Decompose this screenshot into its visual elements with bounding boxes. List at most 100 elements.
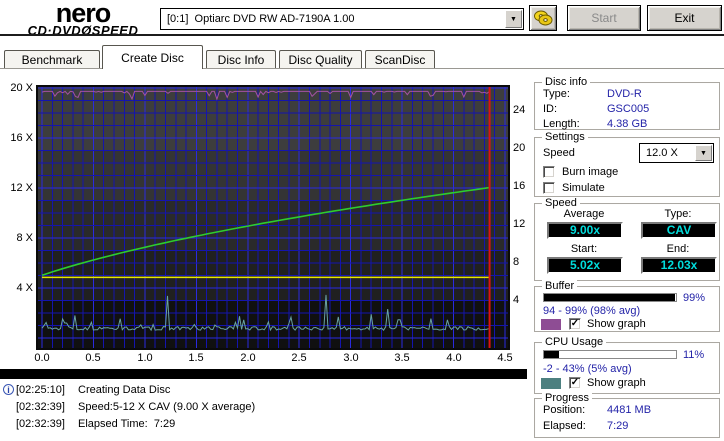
- cpu-percent: 11%: [683, 349, 705, 361]
- speed-select-arrow[interactable]: ▼: [695, 145, 712, 161]
- log-message: Creating Data Disc: [78, 384, 171, 396]
- discs-icon: [534, 10, 553, 26]
- buffer-show-graph-label: Show graph: [587, 318, 646, 330]
- disc-type-value: DVD-R: [607, 88, 642, 100]
- tab-label: Create Disc: [121, 50, 184, 65]
- exit-button[interactable]: Exit: [647, 5, 722, 31]
- cpu-range: -2 - 43% (5% avg): [543, 363, 632, 375]
- log-row: [02:32:39] Speed:5-12 X CAV (9.00 X aver…: [0, 401, 530, 414]
- panel-title: Settings: [542, 131, 588, 143]
- panel-title: Buffer: [542, 280, 578, 292]
- end-speed-display: 12.03x: [641, 257, 717, 274]
- log-timestamp: [02:25:10]: [16, 384, 65, 396]
- speed-select[interactable]: 12.0 X ▼: [639, 143, 714, 163]
- drive-select[interactable]: [0:1] Optiarc DVD RW AD-7190A 1.00 ▼: [160, 8, 524, 30]
- tab-create-disc[interactable]: Create Disc: [102, 45, 203, 69]
- y-axis-tick: 4 X: [16, 282, 33, 294]
- type-label: Type:: [664, 208, 692, 220]
- tab-disc-quality[interactable]: Disc Quality: [279, 50, 362, 68]
- buffer-show-graph-checkbox[interactable]: [569, 318, 581, 330]
- disc-type-label: Type:: [543, 88, 570, 100]
- exit-button-label: Exit: [674, 11, 695, 25]
- elapsed-value: 7:29: [607, 420, 629, 432]
- speed-label: Speed: [543, 147, 575, 159]
- log-message: Elapsed Time: 7:29: [78, 418, 176, 430]
- x-axis-tick: 0.0: [34, 352, 50, 364]
- cpu-show-graph-checkbox[interactable]: [569, 377, 581, 389]
- position-value: 4481 MB: [607, 404, 652, 416]
- tab-label: Benchmark: [21, 52, 83, 67]
- buffer-panel: Buffer 99% 94 - 99% (98% avg) Show graph: [534, 280, 720, 332]
- chevron-down-icon: ▼: [510, 15, 517, 23]
- nero-cd-dvd-speed-window: nero CD·DVDØSPEED [0:1] Optiarc DVD RW A…: [0, 0, 724, 441]
- speed-type-display: CAV: [641, 222, 717, 239]
- nero-logo: nero CD·DVDØSPEED: [8, 0, 158, 37]
- speed-panel: Speed Average Type: 9.00x CAV Start: End…: [534, 197, 720, 281]
- speed-chart: [36, 85, 510, 350]
- info-icon: i: [3, 384, 14, 395]
- elapsed-label: Elapsed:: [543, 420, 586, 432]
- tab-label: Disc Quality: [288, 52, 353, 67]
- y-axis-tick: 16 X: [10, 132, 33, 144]
- x-axis-tick: 4.5: [497, 352, 513, 364]
- simulate-checkbox[interactable]: [543, 182, 555, 194]
- panel-title: Disc info: [542, 76, 591, 88]
- x-axis-tick: 4.0: [446, 352, 462, 364]
- cpu-usage-panel: CPU Usage 11% -2 - 43% (5% avg) Show gra…: [534, 336, 720, 394]
- drive-select-value: [0:1] Optiarc DVD RW AD-7190A 1.00: [167, 13, 355, 25]
- log-separator-bar: [0, 369, 527, 379]
- disc-info-panel: Disc info Type: DVD-R ID: GSC005 Length:…: [534, 76, 720, 130]
- x-axis-tick: 0.5: [85, 352, 101, 364]
- speed-chart-svg: [38, 86, 508, 349]
- log-timestamp: [02:32:39]: [16, 418, 65, 430]
- x-axis-tick: 2.0: [240, 352, 256, 364]
- end-label: End:: [666, 243, 690, 255]
- x-axis-tick: 2.5: [291, 352, 307, 364]
- start-button[interactable]: Start: [567, 5, 641, 31]
- y-axis-tick: 20 X: [10, 82, 33, 94]
- cpu-meter: [543, 350, 677, 359]
- average-label: Average: [563, 208, 605, 220]
- start-button-label: Start: [591, 11, 617, 25]
- tab-label: ScanDisc: [374, 52, 426, 67]
- simulate-label: Simulate: [562, 182, 605, 194]
- y-axis-tick: 8 X: [16, 232, 33, 244]
- x-axis-tick: 3.5: [394, 352, 410, 364]
- log-row: [02:32:39] Elapsed Time: 7:29: [0, 418, 530, 431]
- tab-label: Disc Info: [217, 52, 265, 67]
- burn-image-label: Burn image: [562, 166, 619, 178]
- log-row: i [02:25:10] Creating Data Disc: [0, 384, 530, 397]
- cpu-show-graph-label: Show graph: [587, 377, 646, 389]
- buffer-percent: 99%: [683, 292, 706, 304]
- header-divider: [0, 34, 724, 36]
- buffer-meter-fill: [544, 294, 675, 301]
- settings-panel: Settings Speed 12.0 X ▼ Burn image Simul…: [534, 131, 720, 197]
- drive-select-arrow[interactable]: ▼: [505, 10, 522, 28]
- panel-title: Progress: [542, 392, 593, 404]
- burn-image-checkbox[interactable]: [543, 166, 555, 178]
- log-timestamp: [02:32:39]: [16, 401, 65, 413]
- panel-title: CPU Usage: [542, 336, 607, 348]
- disc-length-value: 4.38 GB: [607, 118, 648, 130]
- progress-panel: Progress Position: 4481 MB Elapsed: 7:29: [534, 392, 720, 438]
- speed-select-value: 12.0 X: [646, 147, 678, 159]
- buffer-color-swatch: [541, 319, 561, 330]
- tab-disc-info[interactable]: Disc Info: [206, 50, 276, 68]
- average-speed-display: 9.00x: [547, 222, 623, 239]
- x-axis-tick: 1.0: [137, 352, 153, 364]
- disc-options-button[interactable]: [529, 5, 557, 31]
- disc-id-value: GSC005: [607, 103, 650, 115]
- x-axis-tick: 1.5: [188, 352, 204, 364]
- x-axis-tick: 3.0: [343, 352, 359, 364]
- disc-length-label: Length:: [543, 118, 580, 130]
- buffer-meter: [543, 293, 677, 302]
- start-label: Start:: [570, 243, 598, 255]
- y-axis-tick: 12 X: [10, 182, 33, 194]
- cpu-color-swatch: [541, 378, 561, 389]
- tab-scandisc[interactable]: ScanDisc: [365, 50, 435, 68]
- disc-id-label: ID:: [543, 103, 558, 115]
- nero-brand-text: nero: [55, 0, 112, 28]
- start-speed-display: 5.02x: [547, 257, 623, 274]
- position-label: Position:: [543, 404, 586, 416]
- tab-benchmark[interactable]: Benchmark: [4, 50, 100, 68]
